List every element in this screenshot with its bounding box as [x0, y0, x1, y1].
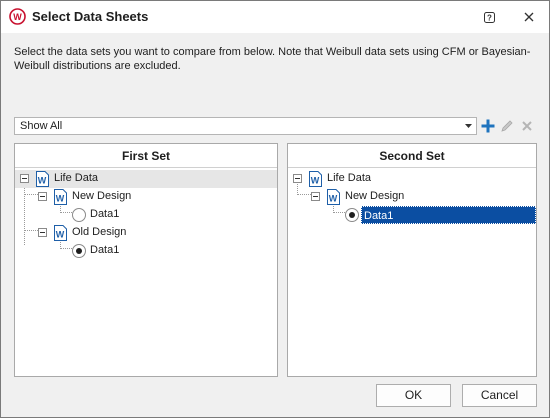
tree-node-root[interactable]: W Life Data — [288, 170, 536, 188]
tree-node-group[interactable]: W New Design — [15, 188, 277, 206]
tree-node-group[interactable]: W New Design — [288, 188, 536, 206]
radio-icon[interactable] — [345, 208, 359, 222]
tree-node-label: New Design — [72, 190, 132, 202]
tree-node-label: Data1 — [90, 208, 120, 220]
collapse-icon[interactable] — [38, 192, 47, 201]
weibull-folio-icon: W — [54, 189, 67, 205]
delete-button[interactable] — [518, 117, 536, 135]
svg-text:W: W — [38, 176, 47, 186]
collapse-icon[interactable] — [38, 228, 47, 237]
tree-node-root[interactable]: W Life Data — [15, 170, 277, 188]
tree-node-label: Old Design — [72, 226, 127, 238]
first-set-panel: First Set W Life Data W New Design Data1… — [14, 143, 278, 377]
add-icon — [481, 119, 495, 133]
svg-text:W: W — [329, 194, 338, 204]
second-set-header: Second Set — [288, 144, 536, 168]
svg-text:W: W — [56, 230, 65, 240]
collapse-icon[interactable] — [20, 174, 29, 183]
title-bar: W Select Data Sheets ? — [1, 1, 549, 33]
radio-icon[interactable] — [72, 208, 86, 222]
tree-node-label-selected: Data1 — [361, 206, 536, 224]
dropdown-arrow-icon[interactable] — [464, 118, 473, 134]
edit-button[interactable] — [498, 117, 516, 135]
weibull-folio-icon: W — [54, 225, 67, 241]
svg-text:?: ? — [487, 13, 492, 22]
dialog-window: W Select Data Sheets ? Select the data s… — [0, 0, 550, 418]
help-icon: ? — [483, 11, 495, 23]
weibull-folio-icon: W — [309, 171, 322, 187]
filter-bar: Show All — [14, 117, 536, 135]
edit-icon — [501, 120, 513, 132]
add-button[interactable] — [479, 117, 497, 135]
first-set-header: First Set — [15, 144, 277, 168]
close-button[interactable] — [511, 1, 547, 33]
tree-node-item[interactable]: Data1 — [15, 206, 277, 224]
close-icon — [524, 12, 534, 22]
filter-selected-value: Show All — [20, 120, 63, 132]
svg-text:W: W — [13, 12, 22, 22]
help-button[interactable]: ? — [471, 1, 507, 33]
collapse-icon[interactable] — [293, 174, 302, 183]
instructions-text: Select the data sets you want to compare… — [14, 46, 531, 72]
tree-node-item[interactable]: Data1 — [288, 206, 536, 224]
cancel-button[interactable]: Cancel — [462, 384, 537, 407]
delete-icon — [522, 121, 532, 131]
ok-button[interactable]: OK — [376, 384, 451, 407]
tree-node-label: New Design — [345, 190, 405, 202]
tree-node-label: Life Data — [327, 172, 372, 184]
tree-node-item[interactable]: Data1 — [15, 242, 277, 260]
svg-text:W: W — [311, 176, 320, 186]
radio-icon[interactable] — [72, 244, 86, 258]
tree-node-label: Data1 — [90, 244, 120, 256]
dialog-title: Select Data Sheets — [32, 9, 149, 24]
filter-dropdown[interactable]: Show All — [14, 117, 477, 135]
weibull-folio-icon: W — [36, 171, 49, 187]
collapse-icon[interactable] — [311, 192, 320, 201]
tree-node-label: Life Data — [54, 172, 99, 184]
dialog-body: Select the data sets you want to compare… — [1, 33, 549, 417]
app-logo-icon: W — [9, 8, 26, 25]
second-set-panel: Second Set W Life Data W New Design Data… — [287, 143, 537, 377]
tree-node-group[interactable]: W Old Design — [15, 224, 277, 242]
weibull-folio-icon: W — [327, 189, 340, 205]
svg-text:W: W — [56, 194, 65, 204]
